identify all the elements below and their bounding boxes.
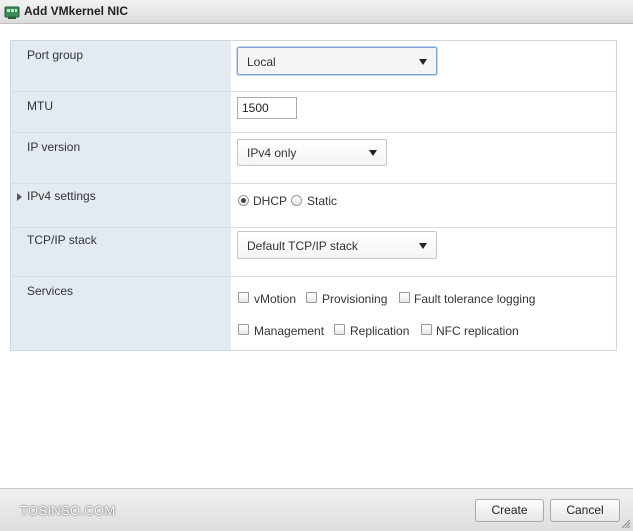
tcpip-stack-value: Default TCP/IP stack xyxy=(247,239,358,253)
management-checkbox[interactable] xyxy=(238,324,249,335)
vmkernel-nic-icon xyxy=(4,6,20,19)
port-group-value: Local xyxy=(247,55,276,69)
management-label: Management xyxy=(254,324,325,338)
fault-tolerance-logging-label: Fault tolerance logging xyxy=(414,292,536,306)
vmotion-label: vMotion xyxy=(254,292,297,306)
mtu-row: MTU xyxy=(11,92,616,133)
ip-version-value: IPv4 only xyxy=(247,146,297,160)
port-group-select[interactable]: Local xyxy=(237,47,437,75)
label-cell: TCP/IP stack xyxy=(11,228,231,276)
chevron-down-icon xyxy=(419,59,427,65)
port-group-row: Port group Local xyxy=(11,41,616,92)
vmotion-checkbox[interactable] xyxy=(238,292,249,303)
replication-checkbox[interactable] xyxy=(334,324,345,335)
nfc-replication-label: NFC replication xyxy=(436,324,519,338)
resize-grip-icon[interactable] xyxy=(621,519,631,529)
static-radio[interactable] xyxy=(291,195,302,206)
dialog-title: Add VMkernel NIC xyxy=(24,4,129,18)
dhcp-label: DHCP xyxy=(253,194,288,208)
dialog-footer: TOSINSO.COM Create Cancel xyxy=(0,488,633,531)
mtu-label: MTU xyxy=(27,99,53,113)
chevron-down-icon xyxy=(369,150,377,156)
create-button[interactable]: Create xyxy=(475,499,544,522)
dialog-titlebar: Add VMkernel NIC xyxy=(0,0,633,24)
ip-version-select[interactable]: IPv4 only xyxy=(237,139,387,166)
label-cell: MTU xyxy=(11,92,231,132)
dhcp-radio[interactable] xyxy=(238,195,249,206)
provisioning-checkbox[interactable] xyxy=(306,292,317,303)
ip-version-row: IP version IPv4 only xyxy=(11,133,616,184)
port-group-label: Port group xyxy=(27,48,84,62)
watermark: TOSINSO.COM xyxy=(20,503,116,518)
cancel-button[interactable]: Cancel xyxy=(550,499,620,522)
ip-version-label: IP version xyxy=(27,140,81,154)
ipv4-settings-row: IPv4 settings DHCP Static xyxy=(11,184,616,228)
replication-label: Replication xyxy=(350,324,410,338)
label-cell: IP version xyxy=(11,133,231,183)
fault-tolerance-logging-checkbox[interactable] xyxy=(399,292,410,303)
tcpip-stack-label: TCP/IP stack xyxy=(27,233,97,247)
services-label: Services xyxy=(27,284,74,298)
provisioning-label: Provisioning xyxy=(322,292,388,306)
tcpip-stack-row: TCP/IP stack Default TCP/IP stack xyxy=(11,228,616,277)
chevron-down-icon xyxy=(419,243,427,249)
label-cell: Port group xyxy=(11,41,231,91)
services-row: Services vMotion Provisioning Fault tole… xyxy=(11,277,616,350)
tcpip-stack-select[interactable]: Default TCP/IP stack xyxy=(237,231,437,259)
static-label: Static xyxy=(307,194,338,208)
mtu-input[interactable] xyxy=(237,97,297,119)
ipv4-settings-label: IPv4 settings xyxy=(27,189,96,203)
nfc-replication-checkbox[interactable] xyxy=(421,324,432,335)
label-cell: Services xyxy=(11,277,231,350)
vmkernel-nic-form: Port group Local MTU IP version IPv4 onl… xyxy=(10,40,617,351)
label-cell[interactable]: IPv4 settings xyxy=(11,184,231,227)
expand-triangle-icon[interactable] xyxy=(17,193,22,201)
